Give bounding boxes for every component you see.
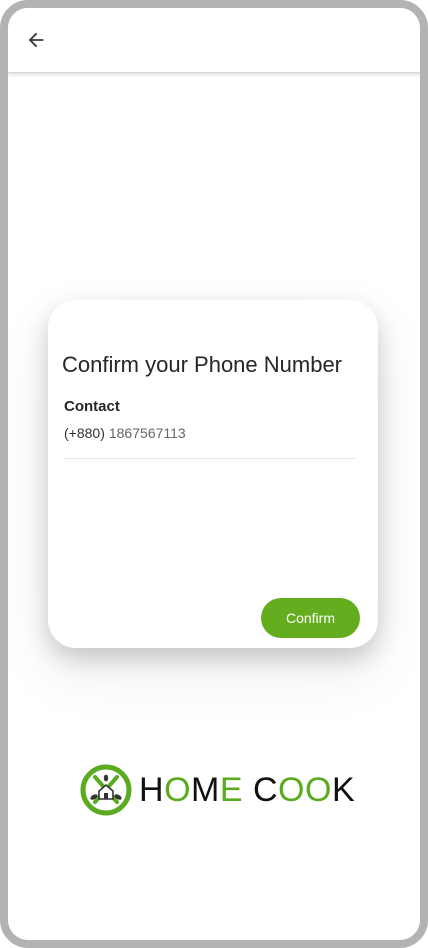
back-button[interactable] — [22, 26, 50, 54]
device-frame: Confirm your Phone Number Contact (+880)… — [0, 0, 428, 948]
brand-letter: O — [278, 770, 305, 809]
app-bar — [8, 8, 420, 73]
brand-letter: K — [331, 770, 356, 809]
card-title: Confirm your Phone Number — [62, 352, 343, 377]
divider — [64, 458, 356, 459]
brand-logo: HOME COOK — [80, 764, 355, 816]
brand-letter — [243, 771, 253, 809]
contact-label: Contact — [64, 398, 120, 415]
phone-number: 1867567113 — [108, 425, 186, 441]
brand-letter: H — [139, 770, 165, 809]
country-code: (+880) — [64, 425, 105, 441]
brand-letter: C — [252, 770, 279, 809]
home-cook-logo-icon — [80, 764, 132, 816]
brand-letter: O — [305, 770, 332, 809]
brand-name: HOME COOK — [139, 771, 355, 810]
contact-value: (+880) 1867567113 — [64, 425, 186, 441]
brand-letter: O — [164, 770, 192, 809]
confirm-button[interactable]: Confirm — [261, 598, 360, 638]
brand-letter: E — [219, 770, 244, 809]
confirm-phone-card: Confirm your Phone Number Contact (+880)… — [48, 300, 378, 648]
arrow-left-icon — [28, 32, 44, 48]
brand-letter: M — [191, 770, 220, 809]
